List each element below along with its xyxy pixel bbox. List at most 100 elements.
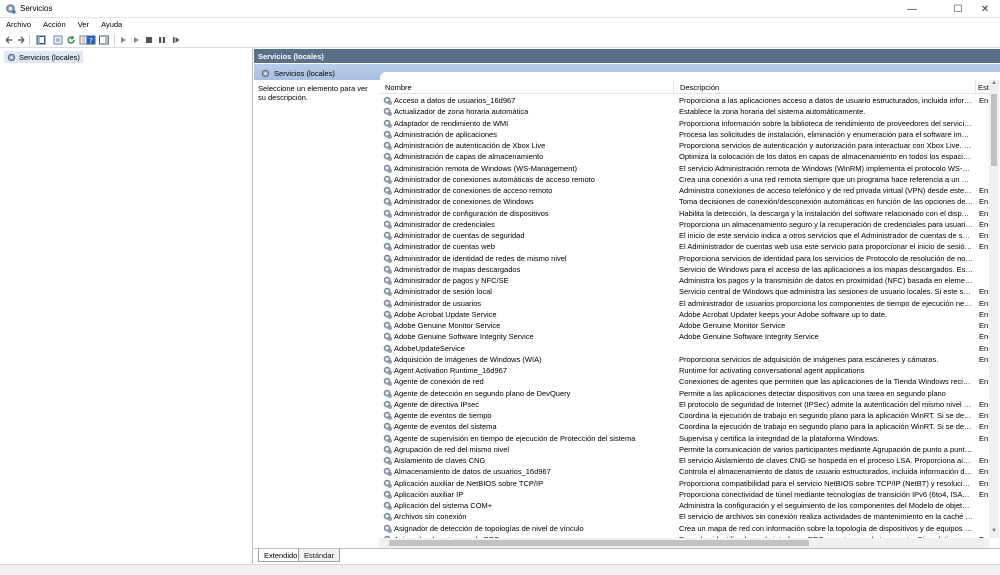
maximize-button[interactable]: ☐ — [943, 0, 973, 18]
back-arrow-icon[interactable] — [4, 35, 14, 45]
restart-service-icon[interactable] — [171, 35, 181, 45]
scroll-down-icon[interactable]: ▼ — [989, 528, 999, 538]
service-name: Acceso a datos de usuarios_16d967 — [394, 96, 516, 105]
close-button[interactable]: ✕ — [970, 0, 1000, 18]
service-row[interactable]: Administrador de configuración de dispos… — [379, 208, 989, 219]
service-row[interactable]: Aislamiento de claves CNG El servicio Ais… — [379, 455, 989, 466]
service-row[interactable]: Administración de capas de almacenamient… — [379, 151, 989, 162]
service-row[interactable]: Aplicación auxiliar de NetBIOS sobre TCP… — [379, 478, 989, 489]
service-gear-icon — [383, 186, 394, 195]
service-row[interactable]: Almacenamiento de datos de usuarios_16d9… — [379, 466, 989, 477]
service-row[interactable]: Actualizador de zona horaria automática E… — [379, 106, 989, 117]
service-row[interactable]: Adobe Genuine Monitor Service Adobe Genui… — [379, 320, 989, 331]
service-row[interactable]: Administrador de pagos y NFC/SE Administr… — [379, 275, 989, 286]
service-row[interactable]: Administrador de sesión local Servicio ce… — [379, 286, 989, 297]
service-name: Administrador de conexiones de Windows — [394, 197, 534, 207]
service-row[interactable]: Agente de eventos de tiempo Coordina la e… — [379, 410, 989, 421]
service-gear-icon — [383, 287, 394, 297]
tab-standard[interactable]: Estándar — [298, 549, 341, 562]
tree-node-services-local[interactable]: Servicios (locales) — [4, 51, 83, 63]
service-name: Aplicación del sistema COM+ — [394, 501, 493, 510]
menu-ver[interactable]: Ver — [72, 18, 93, 29]
gear-icon — [7, 53, 16, 61]
service-description: Controla el almacenamiento de datos de u… — [679, 467, 973, 477]
service-row[interactable]: Acceso a datos de usuarios_16d967 Proporc… — [379, 95, 989, 106]
service-row[interactable]: Administración remota de Windows (WS-Man… — [379, 163, 989, 174]
service-row[interactable]: Administración de aplicaciones Procesa la… — [379, 129, 989, 140]
service-row[interactable]: Administrador de mapas descargados Servic… — [379, 264, 989, 275]
service-description: Habilita la detección, la descarga y la … — [679, 208, 973, 218]
service-description: Permite a las aplicaciones detectar disp… — [679, 388, 946, 398]
help-icon[interactable]: ? — [86, 35, 96, 45]
start-service-alt-icon[interactable] — [131, 35, 141, 45]
menu-accion[interactable]: Acción — [37, 18, 70, 29]
service-row[interactable]: Administrador de cuentas web El Administr… — [379, 241, 989, 252]
services-list[interactable]: ^ Nombre Descripción Est Acceso a datos … — [379, 80, 999, 548]
service-row[interactable]: Agente de conexión de red Conexiones de a… — [379, 376, 989, 387]
service-name-cell: Adobe Acrobat Update Service — [383, 309, 671, 320]
service-description: Crea un mapa de red con información sobr… — [679, 523, 973, 533]
tab-extended[interactable]: Extendido — [258, 549, 304, 562]
forward-arrow-icon[interactable] — [16, 35, 26, 45]
service-gear-icon — [383, 377, 394, 387]
service-name: Almacenamiento de datos de usuarios_16d9… — [394, 467, 551, 477]
scroll-up-icon[interactable]: ▲ — [989, 80, 999, 90]
service-description — [679, 343, 973, 354]
menu-ayuda[interactable]: Ayuda — [95, 18, 126, 29]
horizontal-scroll-thumb[interactable] — [389, 540, 809, 546]
service-row[interactable]: Administrador de conexiones automáticas … — [379, 174, 989, 185]
service-row[interactable]: AdobeUpdateService En — [379, 343, 989, 354]
service-row[interactable]: Administrador de identidad de redes de m… — [379, 253, 989, 264]
service-row[interactable]: Administrador de cuentas de seguridad El … — [379, 230, 989, 241]
service-row[interactable]: Adquisición de imágenes de Windows (WIA)… — [379, 354, 989, 365]
service-row[interactable]: Aplicación auxiliar IP Proporciona conect… — [379, 489, 989, 500]
service-description: Optimiza la colocación de los datos en c… — [679, 152, 973, 162]
service-row[interactable]: Administrador de usuarios El administrado… — [379, 298, 989, 309]
service-description: Proporciona información sobre la bibliot… — [679, 118, 973, 128]
service-row[interactable]: Agente de detección en segundo plano de … — [379, 388, 989, 399]
start-service-icon[interactable] — [118, 35, 128, 45]
service-name-cell: Aplicación auxiliar IP — [383, 489, 671, 500]
column-header-description[interactable]: Descripción — [674, 80, 976, 94]
menu-archivo[interactable]: Archivo — [0, 18, 35, 29]
service-description: Proporciona compatibilidad para el servi… — [679, 478, 973, 488]
pause-service-icon[interactable] — [157, 35, 167, 45]
service-name: Adaptador de rendimiento de WMI — [394, 118, 509, 128]
column-header-name[interactable]: ^ Nombre — [379, 80, 674, 94]
service-gear-icon — [383, 467, 394, 477]
service-gear-icon — [383, 445, 394, 454]
show-hide-action-pane-icon[interactable] — [99, 35, 109, 45]
service-gear-icon — [383, 96, 394, 105]
service-description: Proporciona conectividad de túnel median… — [679, 489, 973, 499]
service-row[interactable]: Administrador de conexiones de acceso re… — [379, 185, 989, 196]
service-row[interactable]: Agente de supervisión en tiempo de ejecu… — [379, 433, 989, 444]
vertical-scrollbar[interactable]: ▲ ▼ — [989, 80, 999, 538]
service-row[interactable]: Administración de autenticación de Xbox … — [379, 140, 989, 151]
service-row[interactable]: Adobe Genuine Software Integrity Service… — [379, 331, 989, 342]
service-row[interactable]: Asignador de detección de topologías de … — [379, 523, 989, 534]
service-row[interactable]: Agent Activation Runtime_16d967 Runtime f… — [379, 365, 989, 376]
service-gear-icon — [383, 479, 394, 488]
service-name: Administrador de credenciales — [394, 219, 495, 229]
service-row[interactable]: Agrupación de red del mismo nivel Permite… — [379, 444, 989, 455]
service-row[interactable]: Adaptador de rendimiento de WMI Proporcio… — [379, 118, 989, 129]
service-name: Administrador de cuentas web — [394, 242, 495, 252]
stop-service-icon[interactable] — [144, 35, 154, 45]
service-row[interactable]: Aplicación del sistema COM+ Administra la… — [379, 500, 989, 511]
refresh-icon[interactable] — [66, 35, 76, 45]
service-row[interactable]: Administrador de credenciales Proporciona… — [379, 219, 989, 230]
service-row[interactable]: Agente de directiva IPsec El protocolo de… — [379, 399, 989, 410]
vertical-scroll-thumb[interactable] — [991, 94, 997, 166]
minimize-button[interactable]: — — [897, 0, 927, 18]
service-row[interactable]: Archivos sin conexión El servicio de arch… — [379, 511, 989, 522]
service-name-cell: Agente de supervisión en tiempo de ejecu… — [383, 433, 671, 444]
console-tree-icon[interactable] — [36, 35, 46, 45]
service-row[interactable]: Administrador de conexiones de Windows To… — [379, 196, 989, 207]
horizontal-scrollbar[interactable] — [379, 538, 989, 548]
services-rows: Acceso a datos de usuarios_16d967 Proporc… — [379, 95, 989, 545]
service-description: Procesa las solicitudes de instalación, … — [679, 129, 973, 139]
properties-sheet-icon[interactable] — [53, 35, 63, 45]
service-row[interactable]: Adobe Acrobat Update Service Adobe Acroba… — [379, 309, 989, 320]
service-name-cell: Adobe Genuine Monitor Service — [383, 320, 671, 331]
service-row[interactable]: Agente de eventos del sistema Coordina la… — [379, 421, 989, 432]
